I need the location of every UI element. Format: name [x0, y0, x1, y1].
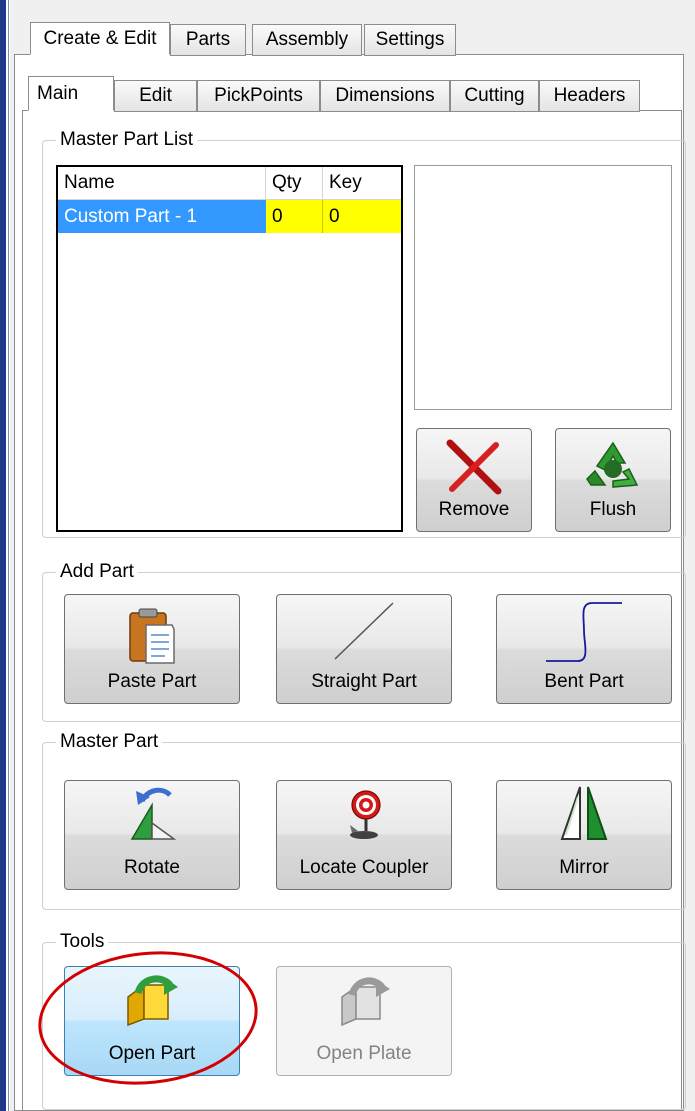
locate-coupler-button[interactable]: Locate Coupler: [276, 780, 452, 890]
open-plate-icon: [341, 977, 390, 1027]
tab-headers[interactable]: Headers: [539, 80, 640, 112]
tab-assembly[interactable]: Assembly: [252, 24, 362, 56]
rotate-icon: [130, 787, 177, 840]
rotate-button[interactable]: Rotate: [64, 780, 240, 890]
target-icon: [350, 790, 381, 839]
list-item-key[interactable]: 0: [323, 200, 401, 233]
open-folder-icon: [127, 975, 178, 1027]
open-part-button[interactable]: Open Part: [64, 966, 240, 1076]
tab-main[interactable]: Main: [28, 76, 114, 111]
recycle-icon: [586, 441, 639, 488]
clipboard-icon: [129, 608, 175, 664]
part-preview: [414, 165, 672, 410]
list-item-name[interactable]: Custom Part - 1: [58, 200, 266, 233]
tools-title: Tools: [56, 931, 109, 953]
master-part-title: Master Part: [56, 731, 163, 753]
column-header-name[interactable]: Name: [58, 167, 266, 200]
column-header-qty[interactable]: Qty: [266, 167, 323, 200]
window-frame-left: [0, 0, 6, 1111]
add-part-title: Add Part: [56, 561, 138, 583]
tab-create-edit[interactable]: Create & Edit: [30, 22, 170, 55]
window-frame-edge: [8, 0, 9, 1111]
paste-part-button[interactable]: Paste Part: [64, 594, 240, 704]
tab-pickpoints[interactable]: PickPoints: [197, 80, 320, 112]
straight-line-icon: [334, 602, 394, 660]
tab-dimensions[interactable]: Dimensions: [320, 80, 450, 112]
master-part-list-title: Master Part List: [56, 129, 198, 151]
list-item-qty[interactable]: 0: [266, 200, 323, 233]
part-list[interactable]: Name Qty Key Custom Part - 1 0 0: [56, 165, 403, 532]
mirror-icon: [560, 786, 608, 840]
tab-parts[interactable]: Parts: [170, 24, 246, 56]
remove-button[interactable]: Remove: [416, 428, 532, 532]
mirror-button[interactable]: Mirror: [496, 780, 672, 890]
tab-settings[interactable]: Settings: [364, 24, 456, 56]
tab-cutting[interactable]: Cutting: [450, 80, 539, 112]
remove-x-icon: [446, 439, 502, 495]
bent-part-button[interactable]: Bent Part: [496, 594, 672, 704]
tab-edit[interactable]: Edit: [114, 80, 197, 112]
column-header-key[interactable]: Key: [323, 167, 401, 200]
straight-part-button[interactable]: Straight Part: [276, 594, 452, 704]
flush-button[interactable]: Flush: [555, 428, 671, 532]
open-plate-button[interactable]: Open Plate: [276, 966, 452, 1076]
bent-line-icon: [546, 602, 622, 662]
